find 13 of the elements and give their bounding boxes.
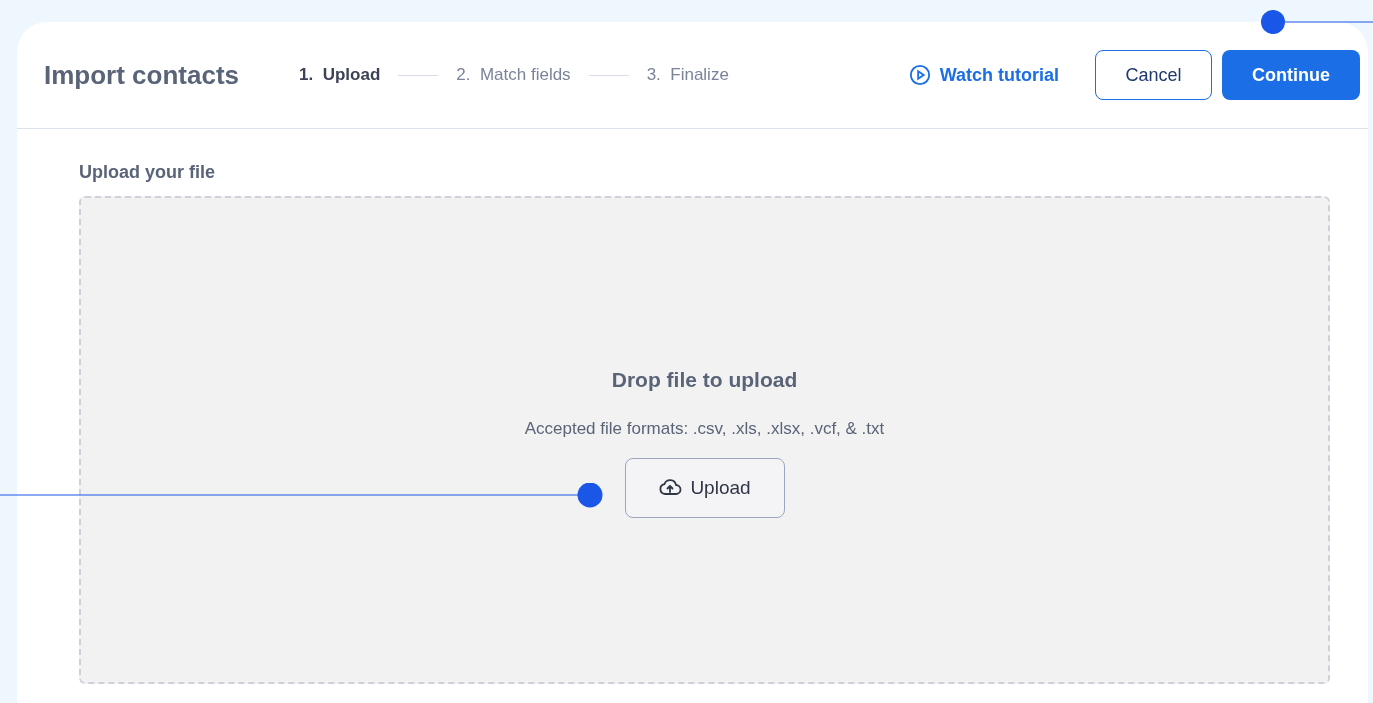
step-tab[interactable]: 1. Upload xyxy=(299,62,381,88)
watch-tutorial-link[interactable]: Watch tutorial xyxy=(908,61,1059,89)
upload-button[interactable]: Upload xyxy=(624,458,785,518)
play-circle-icon xyxy=(908,64,931,86)
step-tab[interactable]: 3. Finalize xyxy=(646,62,729,88)
cancel-button[interactable]: Cancel xyxy=(1095,50,1212,100)
drop-title: Drop file to upload xyxy=(611,367,798,393)
formats-text: Accepted file formats: .csv, .xls, .xlsx, .vcf, & .txt xyxy=(524,417,885,440)
drop-zone[interactable]: Drop file to upload Accepted file formats: .csv, .xls, .xlsx, .vcf, & .txt Upload xyxy=(79,196,1330,684)
section-heading: Upload your file xyxy=(79,161,216,184)
page-title: Import contacts xyxy=(44,58,240,92)
step-tab[interactable]: 2. Match fields xyxy=(456,62,571,88)
continue-button[interactable]: Continue xyxy=(1222,50,1360,100)
